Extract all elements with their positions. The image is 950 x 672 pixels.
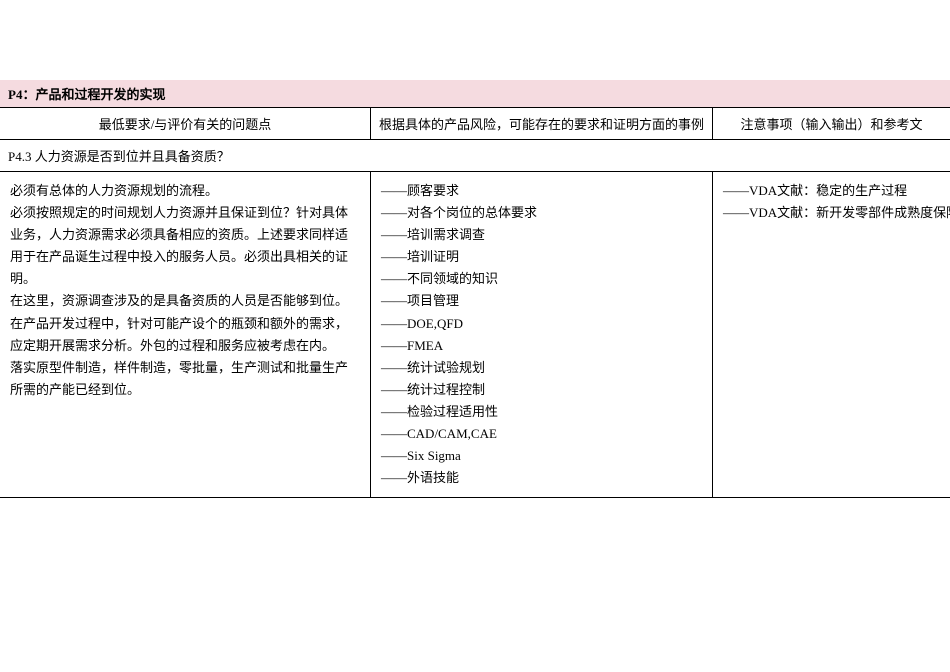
- example-item: ——顾客要求: [381, 180, 702, 202]
- example-item: ——培训需求调查: [381, 224, 702, 246]
- header-row: 最低要求/与评价有关的问题点 根据具体的产品风险，可能存在的要求和证明方面的事例…: [0, 108, 950, 140]
- reference-item: ——VDA文献：新开发零部件成熟度保障: [723, 202, 940, 224]
- section-title: P4：产品和过程开发的实现: [8, 87, 165, 102]
- example-item: ——统计过程控制: [381, 379, 702, 401]
- header-col1: 最低要求/与评价有关的问题点: [0, 108, 371, 140]
- example-item: ——不同领域的知识: [381, 268, 702, 290]
- example-item: ——DOE,QFD: [381, 313, 702, 335]
- example-item: ——外语技能: [381, 467, 702, 489]
- header-col3: 注意事项（输入输出）和参考文: [713, 108, 950, 140]
- example-item: ——检验过程适用性: [381, 401, 702, 423]
- question-row: P4.3 人力资源是否到位并且具备资质？: [0, 140, 950, 172]
- example-item: ——项目管理: [381, 290, 702, 312]
- example-item: ——Six Sigma: [381, 445, 702, 467]
- requirements-cell: 必须有总体的人力资源规划的流程。必须按照规定的时间规划人力资源并且保证到位？针对…: [0, 172, 371, 498]
- section-title-bar: P4：产品和过程开发的实现: [0, 80, 950, 108]
- requirement-line: 落实原型件制造，样件制造，零批量，生产测试和批量生产所需的产能已经到位。: [10, 357, 360, 401]
- requirement-line: 必须有总体的人力资源规划的流程。: [10, 180, 360, 202]
- question-text: P4.3 人力资源是否到位并且具备资质？: [0, 140, 950, 172]
- example-item: ——FMEA: [381, 335, 702, 357]
- example-item: ——CAD/CAM,CAE: [381, 423, 702, 445]
- content-table: 最低要求/与评价有关的问题点 根据具体的产品风险，可能存在的要求和证明方面的事例…: [0, 108, 950, 498]
- document-page: P4：产品和过程开发的实现 最低要求/与评价有关的问题点 根据具体的产品风险，可…: [0, 0, 950, 498]
- example-item: ——统计试验规划: [381, 357, 702, 379]
- requirement-line: 在这里，资源调查涉及的是具备资质的人员是否能够到位。: [10, 290, 360, 312]
- header-col2: 根据具体的产品风险，可能存在的要求和证明方面的事例: [371, 108, 713, 140]
- examples-cell: ——顾客要求——对各个岗位的总体要求——培训需求调查——培训证明——不同领域的知…: [371, 172, 713, 498]
- reference-item: ——VDA文献：稳定的生产过程: [723, 180, 940, 202]
- references-cell: ——VDA文献：稳定的生产过程——VDA文献：新开发零部件成熟度保障: [713, 172, 950, 498]
- example-item: ——培训证明: [381, 246, 702, 268]
- requirement-line: 在产品开发过程中，针对可能产设个的瓶颈和额外的需求，应定期开展需求分析。外包的过…: [10, 313, 360, 357]
- example-item: ——对各个岗位的总体要求: [381, 202, 702, 224]
- requirement-line: 必须按照规定的时间规划人力资源并且保证到位？针对具体业务，人力资源需求必须具备相…: [10, 202, 360, 290]
- content-row: 必须有总体的人力资源规划的流程。必须按照规定的时间规划人力资源并且保证到位？针对…: [0, 172, 950, 498]
